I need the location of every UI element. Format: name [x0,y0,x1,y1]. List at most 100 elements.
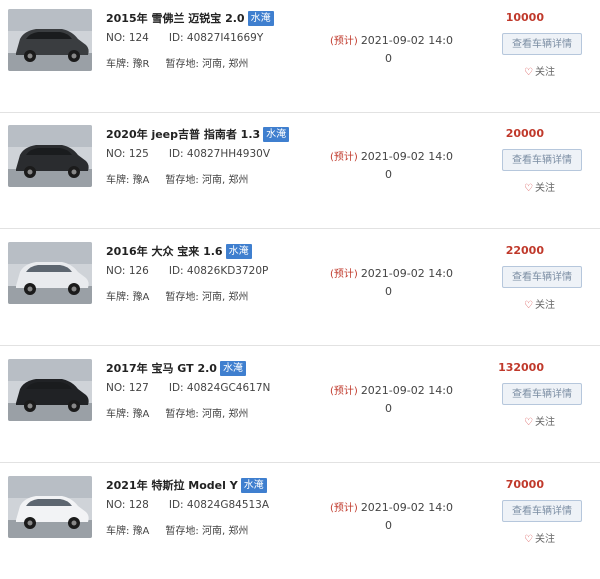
white-sedan-photo[interactable] [8,242,92,304]
follow-label: 关注 [534,534,555,545]
flood-badge: 水淹 [247,11,274,26]
storage-label: 暂存地: [165,409,202,420]
price: 20000 [505,127,544,140]
forecast-time-value: 2021-09-02 14:0 [360,384,453,397]
car-title[interactable]: 2017年 宝马 GT 2.0 水淹 [106,360,246,376]
plate-label: 车牌: [106,59,133,70]
car-id: 40827I41669Y [186,32,264,44]
id-label: ID: [168,499,187,511]
flood-badge: 水淹 [240,478,267,493]
plate-label: 车牌: [106,175,133,186]
forecast-time: (预计) 2021-09-02 14:0 [330,32,453,47]
car-ids: NO: 125 ID: 40827HH4930V [106,148,270,160]
view-details-button[interactable]: 查看车辆详情 [502,149,582,171]
heart-outline-icon: ♡ [524,300,533,311]
forecast-time-value: 2021-09-02 14:0 [360,150,453,163]
forecast-time-value: 2021-09-02 14:0 [360,267,453,280]
car-location: 车牌: 豫R 暂存地: 河南, 郑州 [106,55,248,70]
price: 132000 [498,361,544,374]
black-bmw-photo[interactable] [8,359,92,421]
plate-label: 车牌: [106,292,133,303]
id-label: ID: [168,32,187,44]
car-ids: NO: 124 ID: 40827I41669Y [106,32,263,44]
no-label: NO: [106,265,129,277]
heart-outline-icon: ♡ [524,67,533,78]
plate-label: 车牌: [106,409,133,420]
plate-value: 豫A [132,292,150,303]
flood-badge: 水淹 [219,361,246,376]
car-no: 127 [128,382,149,394]
forecast-time: (预计) 2021-09-02 14:0 [330,499,453,514]
car-location: 车牌: 豫A 暂存地: 河南, 郑州 [106,522,248,537]
storage-label: 暂存地: [165,292,202,303]
follow-button[interactable]: ♡ 关注 [524,413,555,428]
heart-outline-icon: ♡ [524,534,533,545]
car-photo-svg [8,359,92,421]
storage-value: 河南, 郑州 [201,409,249,420]
car-no: 126 [128,265,149,277]
car-title[interactable]: 2021年 特斯拉 Model Y 水淹 [106,477,267,493]
heart-outline-icon: ♡ [524,183,533,194]
list-item: 2020年 jeep吉普 指南者 1.3 水淹 NO: 125 ID: 40827H… [0,116,600,229]
follow-button[interactable]: ♡ 关注 [524,530,555,545]
storage-value: 河南, 郑州 [201,292,249,303]
car-title[interactable]: 2016年 大众 宝来 1.6 水淹 [106,243,252,259]
flood-badge: 水淹 [225,244,252,259]
follow-label: 关注 [534,183,555,194]
follow-button[interactable]: ♡ 关注 [524,179,555,194]
car-no: 124 [128,32,149,44]
forecast-time: (预计) 2021-09-02 14:0 [330,148,453,163]
car-no: 128 [128,499,149,511]
follow-label: 关注 [534,67,555,78]
bid-count: 0 [385,519,392,532]
dark-sedan-photo[interactable] [8,9,92,71]
forecast-time: (预计) 2021-09-02 14:0 [330,265,453,280]
view-details-button[interactable]: 查看车辆详情 [502,33,582,55]
car-location: 车牌: 豫A 暂存地: 河南, 郑州 [106,171,248,186]
dark-suv-photo[interactable] [8,125,92,187]
car-title[interactable]: 2020年 jeep吉普 指南者 1.3 水淹 [106,126,290,142]
forecast-tag: (预计) [330,269,358,280]
car-ids: NO: 126 ID: 40826KD3720P [106,265,268,277]
car-no: 125 [128,148,149,160]
storage-label: 暂存地: [165,526,202,537]
car-ids: NO: 128 ID: 40824G84513A [106,499,269,511]
car-photo-svg [8,476,92,538]
forecast-tag: (预计) [330,503,358,514]
list-item: 2015年 雪佛兰 迈锐宝 2.0 水淹 NO: 124 ID: 40827I416… [0,0,600,113]
white-tesla-photo[interactable] [8,476,92,538]
storage-value: 河南, 郑州 [201,526,249,537]
bid-count: 0 [385,285,392,298]
no-label: NO: [106,32,129,44]
follow-button[interactable]: ♡ 关注 [524,296,555,311]
follow-button[interactable]: ♡ 关注 [524,63,555,78]
plate-label: 车牌: [106,526,133,537]
car-ids: NO: 127 ID: 40824GC4617N [106,382,270,394]
no-label: NO: [106,382,129,394]
vehicle-list: 2015年 雪佛兰 迈锐宝 2.0 水淹 NO: 124 ID: 40827I416… [0,0,600,578]
storage-label: 暂存地: [165,175,202,186]
view-details-button[interactable]: 查看车辆详情 [502,383,582,405]
view-details-button[interactable]: 查看车辆详情 [502,500,582,522]
view-details-button[interactable]: 查看车辆详情 [502,266,582,288]
price: 70000 [505,478,544,491]
car-photo-svg [8,9,92,71]
bid-count: 0 [385,402,392,415]
car-id: 40824G84513A [186,499,270,511]
car-id: 40827HH4930V [186,148,271,160]
plate-value: 豫R [132,59,150,70]
car-title[interactable]: 2015年 雪佛兰 迈锐宝 2.0 水淹 [106,10,274,26]
id-label: ID: [168,265,187,277]
price: 10000 [505,11,544,24]
car-id: 40826KD3720P [186,265,269,277]
plate-value: 豫A [132,526,150,537]
car-photo-svg [8,242,92,304]
plate-value: 豫A [132,175,150,186]
follow-label: 关注 [534,300,555,311]
list-item: 2021年 特斯拉 Model Y 水淹 NO: 128 ID: 40824G845… [0,467,600,579]
storage-value: 河南, 郑州 [201,175,249,186]
forecast-tag: (预计) [330,152,358,163]
car-location: 车牌: 豫A 暂存地: 河南, 郑州 [106,288,248,303]
flood-badge: 水淹 [263,127,290,142]
forecast-time-value: 2021-09-02 14:0 [360,501,453,514]
